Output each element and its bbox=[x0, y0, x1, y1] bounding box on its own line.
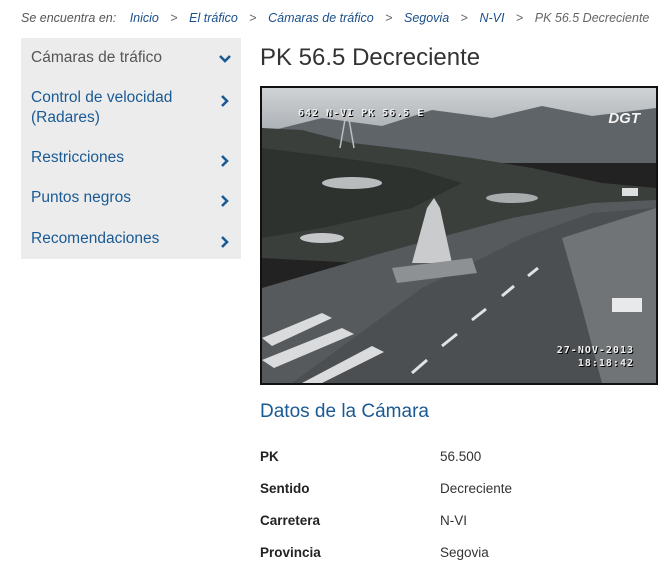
breadcrumb-separator: > bbox=[515, 11, 524, 25]
field-value: 56.500 bbox=[440, 448, 482, 464]
camera-overlay-id: 642 N-VI PK 56.5 E bbox=[298, 108, 425, 119]
breadcrumb-current: PK 56.5 Decreciente bbox=[534, 11, 650, 25]
sidebar-item-puntos-negros[interactable]: Puntos negros bbox=[21, 188, 241, 208]
camera-overlay-time: 18:18:42 bbox=[577, 358, 634, 369]
sidebar-item-radares[interactable]: Control de velocidad (Radares) bbox=[21, 88, 241, 128]
breadcrumb-separator: > bbox=[460, 11, 468, 25]
sidebar: Cámaras de tráfico Control de velocidad … bbox=[21, 38, 241, 259]
chevron-right-icon bbox=[221, 95, 229, 107]
breadcrumb-link-segovia[interactable]: Segovia bbox=[404, 11, 449, 25]
breadcrumb-separator: > bbox=[385, 11, 393, 25]
field-label: PK bbox=[260, 448, 279, 464]
field-value: Segovia bbox=[440, 544, 489, 560]
camera-data-table: PK 56.500 Sentido Decreciente Carretera … bbox=[260, 440, 660, 567]
sidebar-item-label: Cámaras de tráfico bbox=[31, 49, 162, 66]
breadcrumb-link-inicio[interactable]: Inicio bbox=[130, 11, 159, 25]
table-row: Sentido Decreciente bbox=[260, 472, 660, 504]
section-title-camera-data: Datos de la Cámara bbox=[260, 401, 429, 422]
breadcrumb-link-trafico[interactable]: El tráfico bbox=[189, 11, 238, 25]
sidebar-item-label: Puntos negros bbox=[31, 189, 131, 206]
field-value: Decreciente bbox=[440, 480, 513, 496]
table-row: Provincia Segovia bbox=[260, 536, 660, 567]
dgt-logo: DGT bbox=[608, 110, 640, 127]
field-label: Carretera bbox=[260, 512, 321, 528]
field-value: N-VI bbox=[440, 512, 467, 528]
sidebar-item-label: Recomendaciones bbox=[31, 230, 160, 247]
camera-overlay-date: 27-NOV-2013 bbox=[556, 345, 634, 356]
field-label: Sentido bbox=[260, 480, 310, 496]
sidebar-item-camaras[interactable]: Cámaras de tráfico bbox=[21, 48, 241, 68]
sidebar-item-label: Restricciones bbox=[31, 149, 125, 166]
breadcrumb-link-camaras[interactable]: Cámaras de tráfico bbox=[268, 11, 374, 25]
breadcrumb: Se encuentra en: Inicio > El tráfico > C… bbox=[21, 11, 649, 25]
sidebar-item-label: Control de velocidad (Radares) bbox=[31, 89, 173, 126]
sidebar-item-recomendaciones[interactable]: Recomendaciones bbox=[21, 229, 241, 249]
page-title: PK 56.5 Decreciente bbox=[260, 44, 481, 71]
table-row: PK 56.500 bbox=[260, 440, 660, 472]
traffic-camera-image: 642 N-VI PK 56.5 E DGT 27-NOV-2013 18:18… bbox=[260, 86, 658, 385]
breadcrumb-separator: > bbox=[170, 11, 178, 25]
chevron-right-icon bbox=[221, 195, 229, 207]
field-label: Provincia bbox=[260, 544, 321, 560]
breadcrumb-separator: > bbox=[249, 11, 257, 25]
sidebar-item-restricciones[interactable]: Restricciones bbox=[21, 148, 241, 168]
table-row: Carretera N-VI bbox=[260, 504, 660, 536]
breadcrumb-link-nvi[interactable]: N-VI bbox=[479, 11, 504, 25]
breadcrumb-prefix: Se encuentra en: bbox=[21, 11, 117, 25]
chevron-down-icon bbox=[219, 55, 231, 63]
chevron-right-icon bbox=[221, 236, 229, 248]
chevron-right-icon bbox=[221, 155, 229, 167]
